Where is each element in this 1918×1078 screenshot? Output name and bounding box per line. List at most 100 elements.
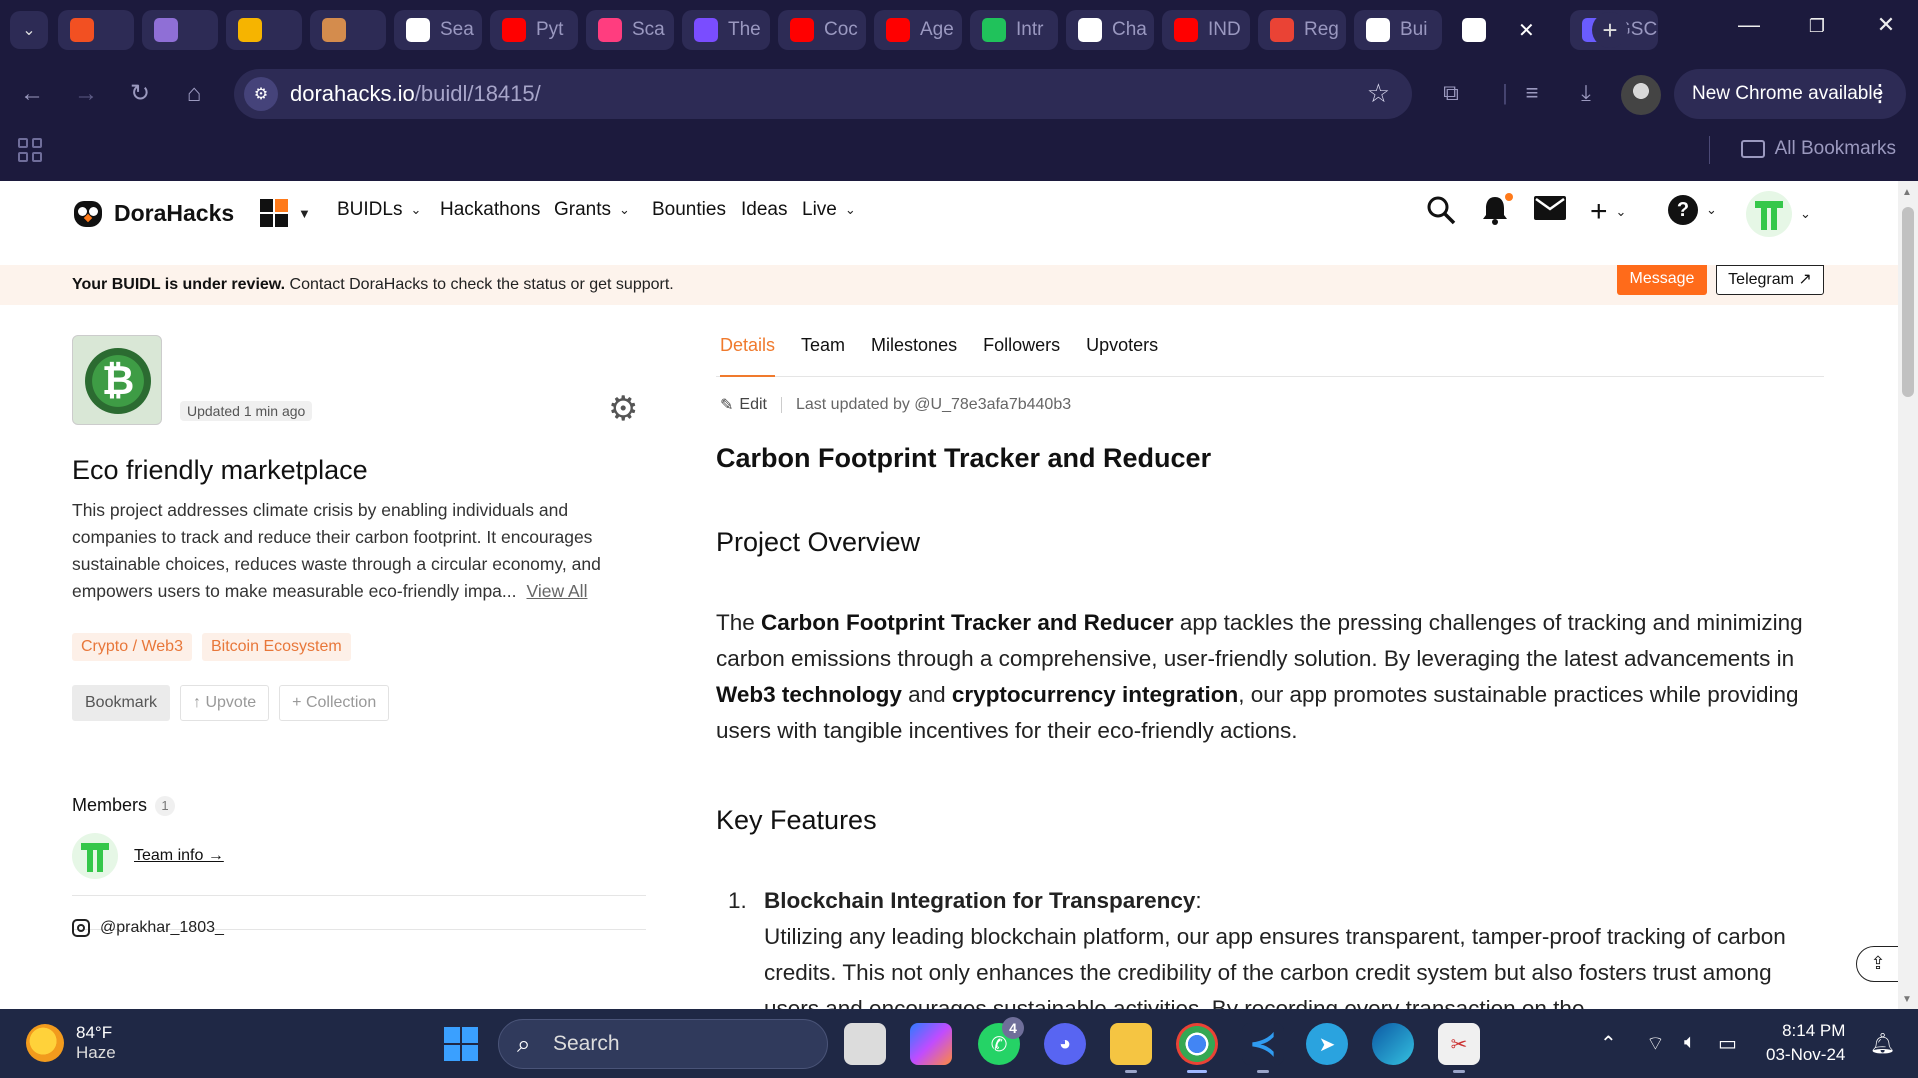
url-text[interactable]: dorahacks.io/buidl/18415/ <box>290 81 541 107</box>
upvote-button[interactable]: ↑ Upvote <box>180 685 270 721</box>
edit-button[interactable]: ✎ Edit <box>720 395 767 415</box>
scrollbar-thumb[interactable] <box>1902 207 1914 397</box>
help-menu[interactable]: ? ⌄ <box>1668 195 1717 225</box>
nav-ideas[interactable]: Ideas <box>741 199 787 221</box>
whatsapp-icon[interactable]: ✆ 4 <box>978 1017 1024 1065</box>
battery-icon[interactable]: ▭ <box>1718 1031 1737 1056</box>
copilot-icon[interactable] <box>910 1023 952 1065</box>
mail-icon[interactable] <box>1534 195 1566 227</box>
task-view-icon[interactable] <box>844 1023 886 1065</box>
start-button[interactable] <box>444 1027 478 1061</box>
share-icon[interactable]: ⇪ <box>1856 946 1900 982</box>
media-control-icon[interactable]: ≡ <box>1516 80 1548 106</box>
browser-tab[interactable]: Sea <box>394 10 482 50</box>
dorahacks-logo[interactable]: DoraHacks <box>72 197 234 229</box>
weather-widget[interactable]: 84°F Haze <box>26 1023 116 1063</box>
notifications-icon[interactable]: 🔔︎ <box>1870 1031 1895 1056</box>
search-icon[interactable] <box>1426 195 1456 232</box>
reload-icon[interactable]: ↻ <box>124 78 156 110</box>
nav-grants[interactable]: Grants ⌄ <box>554 199 630 221</box>
site-info-icon[interactable]: ⚙ <box>244 77 278 111</box>
browser-tab[interactable]: Pyt <box>490 10 578 50</box>
bookmark-star-icon[interactable]: ☆ <box>1367 78 1390 109</box>
new-tab-button[interactable]: + <box>1592 12 1628 48</box>
tab-milestones[interactable]: Milestones <box>871 335 957 377</box>
user-menu[interactable]: ⌄ <box>1746 191 1811 237</box>
profile-avatar[interactable] <box>1621 75 1661 115</box>
menu-dots-icon[interactable]: ⋮ <box>1868 79 1892 108</box>
restore-icon[interactable]: ❐ <box>1797 16 1837 37</box>
back-icon[interactable]: ← <box>16 78 48 110</box>
tag-bitcoin[interactable]: Bitcoin Ecosystem <box>201 633 351 661</box>
close-tab-icon[interactable]: ✕ <box>1518 18 1535 43</box>
extensions-icon[interactable]: ⧉ <box>1435 80 1467 106</box>
bookmark-button[interactable]: Bookmark <box>72 685 171 721</box>
page-scrollbar[interactable]: ▲ ▼ <box>1898 181 1918 1009</box>
file-explorer-icon[interactable] <box>1110 1023 1152 1073</box>
taskbar-clock[interactable]: 8:14 PM 03-Nov-24 <box>1766 1019 1845 1067</box>
browser-tab[interactable]: IND <box>1162 10 1250 50</box>
browser-tab[interactable]: Reg <box>1258 10 1346 50</box>
discord-icon[interactable]: ◕ <box>1044 1023 1086 1065</box>
project-title: Eco friendly marketplace <box>72 455 368 485</box>
home-icon[interactable]: ⌂ <box>178 78 210 110</box>
browser-tab[interactable]: Sca <box>586 10 674 50</box>
telegram-icon[interactable]: ➤ <box>1306 1023 1348 1065</box>
youtube-icon <box>502 18 526 42</box>
edge-icon[interactable] <box>1372 1023 1414 1065</box>
address-bar[interactable]: ⚙ dorahacks.io/buidl/18415/ ☆ <box>234 69 1412 119</box>
project-description: This project addresses climate crisis by… <box>72 500 601 601</box>
show-hidden-icons[interactable]: ⌃ <box>1600 1031 1617 1056</box>
details-tabs: Details Team Milestones Followers Upvote… <box>716 335 1824 377</box>
collection-button[interactable]: + Collection <box>279 685 390 721</box>
all-bookmarks-button[interactable]: All Bookmarks <box>1708 136 1896 164</box>
view-all-link[interactable]: View All <box>527 581 588 601</box>
browser-tab[interactable]: Age <box>874 10 962 50</box>
browser-tab[interactable]: The <box>682 10 770 50</box>
team-info-link[interactable]: Team info → <box>134 847 224 865</box>
volume-icon[interactable]: 🔈︎ <box>1684 1031 1696 1054</box>
tab-search-chevron-icon[interactable]: ⌄ <box>10 11 48 49</box>
browser-tab[interactable] <box>142 10 218 50</box>
nav-bounties[interactable]: Bounties <box>652 199 726 221</box>
new-chrome-available-button[interactable]: New Chrome available ⋮ <box>1674 69 1906 119</box>
tab-details[interactable]: Details <box>720 335 776 377</box>
nav-buidls[interactable]: BUIDLs ⌄ <box>337 199 421 221</box>
nav-live[interactable]: Live ⌄ <box>802 199 856 221</box>
telegram-button[interactable]: Telegram ↗ <box>1716 265 1824 295</box>
apps-grid-icon[interactable] <box>18 138 42 162</box>
search-icon: ⌕ <box>517 1031 531 1058</box>
chevron-down-icon: ⌄ <box>619 202 630 217</box>
tab-team[interactable]: Team <box>801 335 845 377</box>
browser-tab[interactable] <box>226 10 302 50</box>
taskbar-search[interactable]: ⌕ Search <box>498 1019 828 1069</box>
nav-hackathons[interactable]: Hackathons <box>440 199 540 221</box>
gear-icon[interactable]: ⚙ <box>608 389 638 429</box>
browser-tab[interactable]: Coc <box>778 10 866 50</box>
snipping-tool-icon[interactable]: ✂ <box>1438 1023 1480 1073</box>
chrome-icon[interactable] <box>1176 1023 1218 1073</box>
browser-tab[interactable]: Bui <box>1354 10 1442 50</box>
youtube-icon <box>886 18 910 42</box>
download-icon[interactable]: ⤓ <box>1570 80 1602 106</box>
close-window-icon[interactable]: ✕ <box>1866 12 1906 38</box>
message-button[interactable]: Message <box>1617 265 1707 295</box>
notification-bell-icon[interactable] <box>1481 193 1513 232</box>
browser-tab[interactable] <box>58 10 134 50</box>
tab-followers[interactable]: Followers <box>983 335 1060 377</box>
vscode-icon[interactable]: ≺ <box>1242 1023 1284 1073</box>
browser-tab[interactable]: ✕ <box>1450 10 1562 50</box>
create-menu[interactable]: + ⌄ <box>1590 195 1626 229</box>
wifi-icon[interactable]: ⌔ <box>1646 1031 1665 1056</box>
instagram-link[interactable]: @prakhar_1803_ <box>72 919 224 937</box>
browser-tab[interactable]: Cha <box>1066 10 1154 50</box>
tab-upvoters[interactable]: Upvoters <box>1086 335 1158 377</box>
forward-icon[interactable]: → <box>70 78 102 110</box>
tag-crypto[interactable]: Crypto / Web3 <box>72 633 192 661</box>
product-switcher[interactable]: ▼ <box>260 199 311 227</box>
minimize-icon[interactable]: — <box>1729 12 1769 38</box>
browser-tab[interactable] <box>310 10 386 50</box>
feature-title: Blockchain Integration for Transparency <box>764 888 1196 913</box>
members-count: 1 <box>155 795 176 816</box>
browser-tab[interactable]: Intr <box>970 10 1058 50</box>
